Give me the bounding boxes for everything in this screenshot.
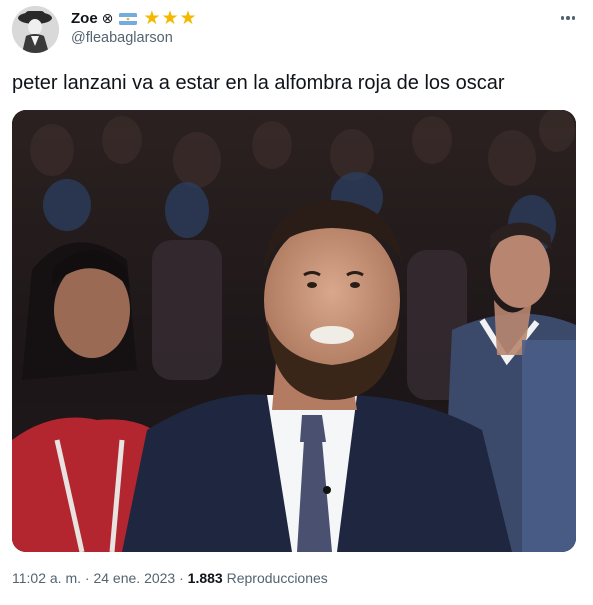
name-symbol: ⊗ — [101, 9, 114, 26]
star-icon: ★ — [179, 7, 197, 29]
tweet-text: peter lanzani va a estar en la alfombra … — [12, 72, 505, 94]
avatar[interactable] — [12, 6, 59, 53]
tweet-meta: 11:02 a. m. · 24 ene. 2023 · 1.883 Repro… — [12, 570, 328, 586]
tweet-card: Zoe ⊗ ★ ★ ★ @fleabaglarson peter lanzani… — [0, 0, 593, 605]
dot — [566, 16, 570, 20]
tweet-time[interactable]: 11:02 a. m. — [12, 570, 81, 586]
tweet-date[interactable]: 24 ene. 2023 — [93, 570, 175, 586]
dot — [571, 16, 576, 20]
meta-separator: · — [81, 570, 94, 586]
argentina-flag-icon — [119, 12, 138, 25]
author-name-row[interactable]: Zoe ⊗ ★ ★ ★ — [71, 8, 197, 28]
star-icon: ★ — [143, 7, 161, 29]
star-icon: ★ — [161, 7, 179, 29]
meta-separator: · — [175, 570, 188, 586]
author-handle[interactable]: @fleabaglarson — [71, 30, 173, 46]
views-label: Reproducciones — [226, 570, 328, 586]
author-display-name[interactable]: Zoe — [71, 10, 98, 27]
star-emojis: ★ ★ ★ — [143, 9, 196, 28]
more-options-icon[interactable] — [558, 8, 578, 28]
dot — [560, 16, 565, 20]
tweet-media-image[interactable] — [12, 110, 576, 552]
views-count: 1.883 — [187, 570, 223, 586]
